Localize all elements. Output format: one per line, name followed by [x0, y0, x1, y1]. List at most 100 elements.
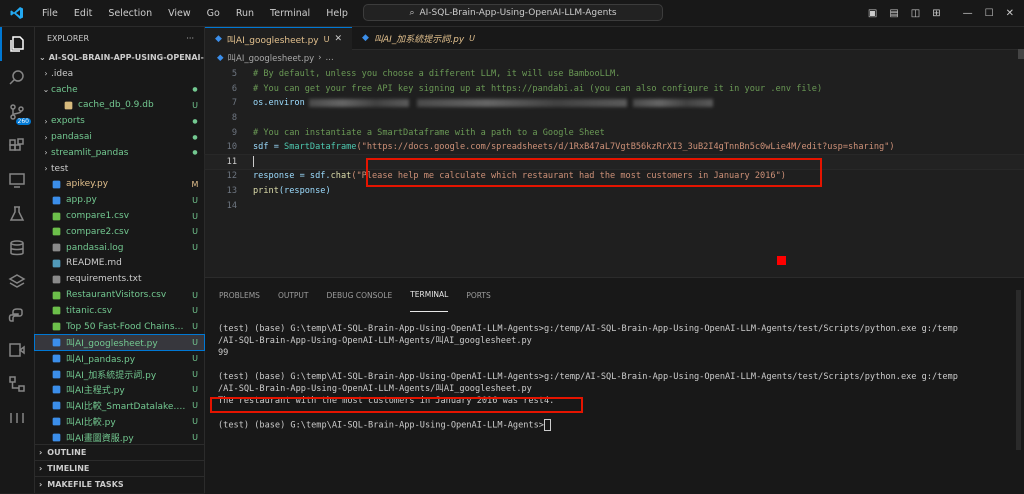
- project-root[interactable]: ⌄ AI-SQL-BRAIN-APP-USING-OPENAI-LL...: [35, 49, 204, 66]
- command-center-search[interactable]: ⌕ AI-SQL-Brain-App-Using-OpenAI-LLM-Agen…: [363, 4, 663, 21]
- tree-item-label: app.py: [66, 195, 97, 206]
- layout-custom-icon[interactable]: ⊞: [932, 8, 940, 19]
- menu-file[interactable]: File: [34, 8, 66, 19]
- menu-selection[interactable]: Selection: [100, 8, 160, 19]
- section-makefile-tasks[interactable]: › MAKEFILE TASKS: [35, 476, 204, 492]
- menu-edit[interactable]: Edit: [66, 8, 100, 19]
- menu-run[interactable]: Run: [228, 8, 262, 19]
- testing-icon[interactable]: [0, 197, 34, 231]
- tree-file[interactable]: 叫AI_加系統提示詞.py U: [35, 366, 204, 382]
- tab-system-prompt[interactable]: ◆ 叫AI_加系統提示詞.py U: [352, 27, 485, 49]
- explorer-icon[interactable]: [0, 27, 34, 61]
- text-cursor: [253, 156, 254, 168]
- tree-item-label: requirements.txt: [66, 274, 142, 285]
- layout-secondary-icon[interactable]: ◫: [911, 8, 920, 19]
- tree-file[interactable]: 叫AI比較_SmartDatalake.py U: [35, 398, 204, 414]
- tree-file[interactable]: Top 50 Fast-Food Chains in ... U: [35, 319, 204, 335]
- debug-icon[interactable]: [0, 333, 34, 367]
- section-timeline[interactable]: › TIMELINE: [35, 460, 204, 476]
- panel-tab-debug-console[interactable]: DEBUG CONSOLE: [327, 278, 393, 312]
- database-icon[interactable]: [0, 231, 34, 265]
- chevron-right-icon: ›: [44, 69, 48, 79]
- tree-file[interactable]: compare1.csv U: [35, 208, 204, 224]
- tree-item-label: 叫AI_pandas.py: [66, 354, 136, 365]
- search-view-icon[interactable]: [0, 61, 34, 95]
- breadcrumb-file[interactable]: 叫AI_googlesheet.py: [228, 52, 315, 64]
- tree-file[interactable]: 叫AI_pandas.py U: [35, 350, 204, 366]
- tree-file[interactable]: cache_db_0.9.db U: [35, 98, 204, 114]
- git-status: U: [192, 243, 198, 253]
- sidebar-sections: › OUTLINE › TIMELINE › MAKEFILE TASKS: [35, 444, 204, 492]
- breadcrumb-ellipsis[interactable]: ...: [326, 53, 334, 63]
- terminal-scrollbar[interactable]: [1016, 290, 1021, 450]
- git-status: U: [192, 385, 198, 395]
- tree-file[interactable]: 叫AI比較.py U: [35, 414, 204, 430]
- timeline-icon[interactable]: [0, 401, 34, 435]
- terminal-output[interactable]: (test) (base) G:\temp\AI-SQL-Brain-App-U…: [218, 323, 1008, 431]
- git-status: U: [192, 195, 198, 205]
- layout-sidebar-icon[interactable]: ▣: [868, 8, 877, 19]
- code-view[interactable]: 5 # By default, unless you choose a diffe…: [204, 67, 1024, 213]
- panel-tab-ports[interactable]: PORTS: [466, 278, 490, 312]
- panel-tabs: PROBLEMS OUTPUT DEBUG CONSOLE TERMINAL PORTS: [205, 278, 1024, 312]
- tree-folder[interactable]: › streamlit_pandas ●: [35, 145, 204, 161]
- close-tab-icon[interactable]: ✕: [334, 34, 342, 44]
- tree-folder[interactable]: › exports ●: [35, 113, 204, 129]
- python-file-icon: ◆: [217, 53, 224, 63]
- tree-file[interactable]: titanic.csv U: [35, 303, 204, 319]
- tree-folder[interactable]: › pandasai ●: [35, 129, 204, 145]
- layers-icon[interactable]: [0, 265, 34, 299]
- redacted-key: [416, 99, 627, 108]
- code-text: response = sdf.: [253, 171, 331, 182]
- source-control-icon[interactable]: 260: [0, 95, 34, 129]
- python-icon[interactable]: [0, 299, 34, 333]
- editor-tabs: ◆ 叫AI_googlesheet.py U ✕ ◆ 叫AI_加系統提示詞.py…: [205, 27, 1024, 50]
- tree-file[interactable]: compare2.csv U: [35, 224, 204, 240]
- chevron-right-icon: ›: [39, 480, 43, 489]
- remote-explorer-icon[interactable]: [0, 163, 34, 197]
- tree-file[interactable]: 叫AI主程式.py U: [35, 382, 204, 398]
- tree-folder[interactable]: › test: [35, 161, 204, 177]
- panel-tab-terminal[interactable]: TERMINAL: [410, 278, 449, 312]
- section-label: MAKEFILE TASKS: [47, 480, 124, 489]
- tree-file[interactable]: app.py U: [35, 192, 204, 208]
- menu-view[interactable]: View: [160, 8, 199, 19]
- tree-file[interactable]: 叫AI_googlesheet.py U: [34, 333, 205, 352]
- tree-folder[interactable]: › .idea: [35, 66, 204, 82]
- tab-label: 叫AI_加系統提示詞.py: [373, 34, 465, 45]
- tree-item-label: titanic.csv: [66, 305, 113, 316]
- tab-googlesheet[interactable]: ◆ 叫AI_googlesheet.py U ✕: [205, 27, 353, 50]
- tree-item-label: README.md: [66, 258, 122, 269]
- code-line: 6 # You can get your free API key signing…: [205, 82, 1024, 97]
- tree-file[interactable]: 叫AI畫圖資服.py U: [35, 429, 204, 445]
- panel-tab-output[interactable]: OUTPUT: [278, 278, 309, 312]
- menu-help[interactable]: Help: [318, 8, 356, 19]
- code-line: 7 os.environ: [205, 96, 1024, 111]
- section-outline[interactable]: › OUTLINE: [35, 444, 204, 460]
- tree-file[interactable]: requirements.txt: [35, 271, 204, 287]
- tree-file[interactable]: README.md: [35, 256, 204, 272]
- explorer-header: EXPLORER ···: [35, 27, 204, 49]
- minimap-scroll-icon[interactable]: [1018, 49, 1024, 59]
- close-icon[interactable]: ✕: [1006, 8, 1014, 19]
- menu-terminal[interactable]: Terminal: [262, 8, 318, 19]
- menu-go[interactable]: Go: [199, 8, 228, 19]
- extensions-icon[interactable]: [0, 129, 34, 163]
- terminal-line: (test) (base) G:\temp\AI-SQL-Brain-App-U…: [218, 324, 958, 334]
- tree-file[interactable]: pandasai.log U: [35, 240, 204, 256]
- tree-file[interactable]: RestaurantVisitors.csv U: [35, 287, 204, 303]
- minimize-icon[interactable]: —: [963, 8, 973, 19]
- maximize-icon[interactable]: ☐: [985, 8, 994, 19]
- panel-tab-problems[interactable]: PROBLEMS: [219, 278, 260, 312]
- layout-panel-icon[interactable]: ▤: [889, 8, 898, 19]
- tree-item-label: 叫AI畫圖資服.py: [66, 433, 134, 444]
- git-status: U: [192, 353, 198, 363]
- tree-folder[interactable]: ⌄ cache ●: [35, 82, 204, 98]
- git-graph-icon[interactable]: [0, 367, 34, 401]
- tree-file[interactable]: apikey.py M: [35, 177, 204, 193]
- tree-item-label: RestaurantVisitors.csv: [66, 290, 167, 301]
- source-control-badge: 260: [15, 118, 31, 125]
- more-actions-icon[interactable]: ···: [186, 34, 194, 43]
- tree-item-label: 叫AI_加系統提示詞.py: [66, 370, 157, 381]
